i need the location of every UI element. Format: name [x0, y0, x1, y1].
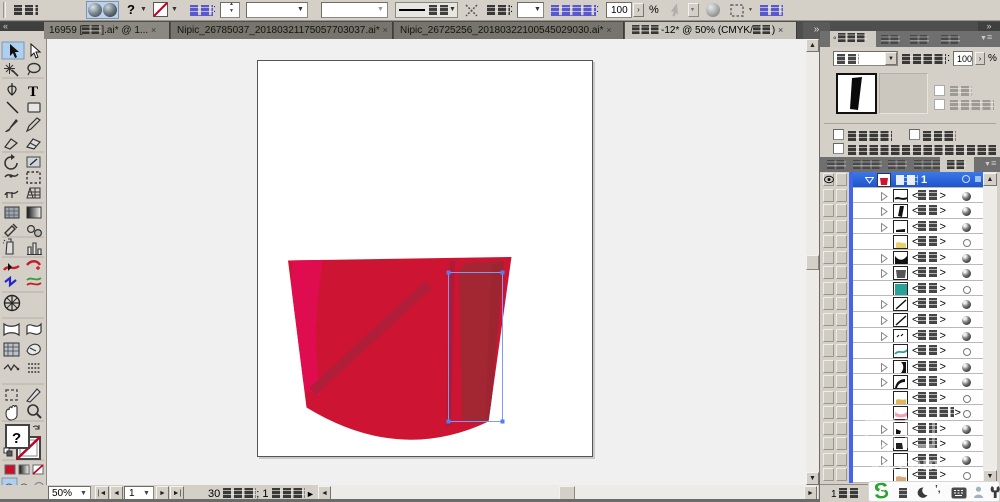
- svg-text:?: ?: [12, 430, 21, 447]
- svg-text:T: T: [28, 84, 38, 100]
